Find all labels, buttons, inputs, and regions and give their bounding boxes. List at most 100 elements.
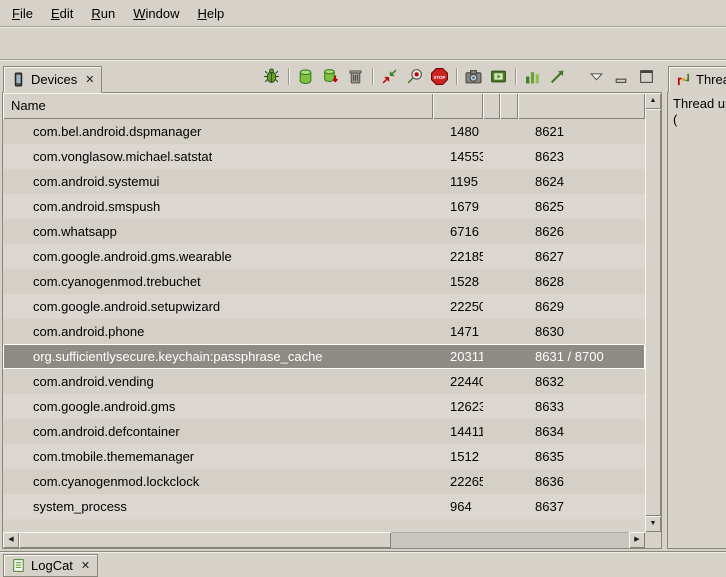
process-row[interactable]: com.tmobile.thememanager 1512 8635 [3, 444, 645, 469]
process-row[interactable]: com.cyanogenmod.trebuchet 1528 8628 [3, 269, 645, 294]
process-pid: 6716 [433, 219, 483, 244]
dump-hprof-icon[interactable] [318, 66, 343, 87]
cell-empty [483, 369, 500, 394]
vertical-scrollbar-thumb[interactable] [645, 109, 661, 516]
process-pid: 22250 [433, 294, 483, 319]
cell-empty [483, 244, 500, 269]
close-icon[interactable]: ✕ [78, 559, 90, 572]
menu-item[interactable]: File [3, 2, 42, 25]
process-port: 8629 [518, 294, 645, 319]
cell-empty [500, 419, 518, 444]
cell-empty [500, 469, 518, 494]
tab-threads-label: Threads [696, 72, 726, 87]
process-pid: 20311 [433, 344, 483, 369]
cell-empty [500, 294, 518, 319]
scroll-up-icon[interactable]: ▲ [645, 93, 661, 109]
scroll-down-icon[interactable]: ▼ [645, 516, 661, 532]
cell-empty [500, 119, 518, 144]
scroll-left-icon[interactable]: ◀ [3, 532, 19, 548]
process-row[interactable]: com.android.defcontainer 14411 8634 [3, 419, 645, 444]
process-row[interactable]: com.android.vending 22440 8632 [3, 369, 645, 394]
process-pid: 964 [433, 494, 483, 519]
opengl-trace-icon[interactable] [520, 66, 545, 87]
process-name: com.google.android.gms [3, 394, 433, 419]
cell-empty [483, 344, 500, 369]
process-row[interactable]: com.android.phone 1471 8630 [3, 319, 645, 344]
threads-message-line1: Thread up [673, 96, 726, 112]
process-row[interactable]: com.cyanogenmod.lockclock 22265 8636 [3, 469, 645, 494]
scrollbar-corner [645, 532, 661, 548]
menu-item[interactable]: Window [124, 2, 188, 25]
cell-empty [483, 419, 500, 444]
toolbar-separator [456, 68, 457, 85]
device-icon [11, 72, 26, 87]
column-header-name[interactable]: Name [3, 93, 433, 119]
devices-view: Devices ✕ [2, 63, 662, 549]
process-pid: 1528 [433, 269, 483, 294]
process-name: com.cyanogenmod.trebuchet [3, 269, 433, 294]
process-list: com.bel.android.dspmanager 1480 8621 com… [3, 119, 645, 519]
process-row[interactable]: com.whatsapp 6716 8626 [3, 219, 645, 244]
tab-devices[interactable]: Devices ✕ [3, 66, 102, 93]
cell-empty [500, 344, 518, 369]
close-icon[interactable]: ✕ [82, 73, 94, 86]
horizontal-scrollbar[interactable]: ◀ ▶ [3, 532, 645, 548]
screen-capture-icon[interactable] [461, 66, 486, 87]
process-port: 8636 [518, 469, 645, 494]
process-row[interactable]: com.google.android.gms.wearable 22185 86… [3, 244, 645, 269]
column-header-port[interactable] [518, 93, 645, 119]
cause-gc-icon[interactable] [343, 66, 368, 87]
toolbar-separator [372, 68, 373, 85]
process-row[interactable]: system_process 964 8637 [3, 494, 645, 519]
process-pid: 1512 [433, 444, 483, 469]
logcat-icon [11, 558, 26, 573]
cell-empty [483, 194, 500, 219]
column-header-empty[interactable] [500, 93, 518, 119]
column-header-empty[interactable] [483, 93, 500, 119]
process-name: com.google.android.setupwizard [3, 294, 433, 319]
horizontal-scrollbar-thumb[interactable] [19, 532, 391, 548]
cell-empty [500, 144, 518, 169]
process-port: 8625 [518, 194, 645, 219]
vertical-scrollbar[interactable]: ▲ ▼ [645, 93, 661, 532]
process-port: 8621 [518, 119, 645, 144]
ddms-window: { "glyphs": { "close": "✕", "scroll_up":… [0, 0, 726, 577]
tab-threads[interactable]: Threads ✕ [668, 66, 726, 93]
view-menu-icon[interactable] [584, 66, 609, 87]
process-port: 8631 / 8700 [518, 344, 645, 369]
cell-empty [500, 369, 518, 394]
maximize-icon[interactable] [634, 66, 659, 87]
debug-process-icon[interactable] [259, 66, 284, 87]
cell-empty [483, 119, 500, 144]
scroll-right-icon[interactable]: ▶ [629, 532, 645, 548]
column-header-pid[interactable] [433, 93, 483, 119]
process-port: 8634 [518, 419, 645, 444]
update-heap-icon[interactable] [293, 66, 318, 87]
toolbar-separator [288, 68, 289, 85]
menu-item[interactable]: Help [188, 2, 233, 25]
process-row[interactable]: com.bel.android.dspmanager 1480 8621 [3, 119, 645, 144]
start-method-profiling-icon[interactable] [402, 66, 427, 87]
stop-process-icon[interactable]: STOP [427, 66, 452, 87]
threads-icon [676, 72, 691, 87]
process-row[interactable]: com.google.android.setupwizard 22250 862… [3, 294, 645, 319]
process-row[interactable]: com.google.android.gms 12623 8633 [3, 394, 645, 419]
process-row[interactable]: com.android.systemui 1195 8624 [3, 169, 645, 194]
process-row[interactable]: com.android.smspush 1679 8625 [3, 194, 645, 219]
threads-message-line2: ( [673, 112, 726, 128]
method-tracer-icon[interactable] [545, 66, 570, 87]
menu-item[interactable]: Edit [42, 2, 82, 25]
process-name: org.sufficientlysecure.keychain:passphra… [3, 344, 433, 369]
process-name: com.android.smspush [3, 194, 433, 219]
tab-logcat[interactable]: LogCat ✕ [3, 554, 98, 577]
minimize-icon[interactable] [609, 66, 634, 87]
cell-empty [483, 469, 500, 494]
process-name: system_process [3, 494, 433, 519]
update-threads-icon[interactable] [377, 66, 402, 87]
process-row[interactable]: com.vonglasow.michael.satstat 14553 8623 [3, 144, 645, 169]
screen-record-icon[interactable] [486, 66, 511, 87]
process-row[interactable]: org.sufficientlysecure.keychain:passphra… [3, 344, 645, 369]
cell-empty [483, 494, 500, 519]
process-port: 8624 [518, 169, 645, 194]
menu-item[interactable]: Run [82, 2, 124, 25]
